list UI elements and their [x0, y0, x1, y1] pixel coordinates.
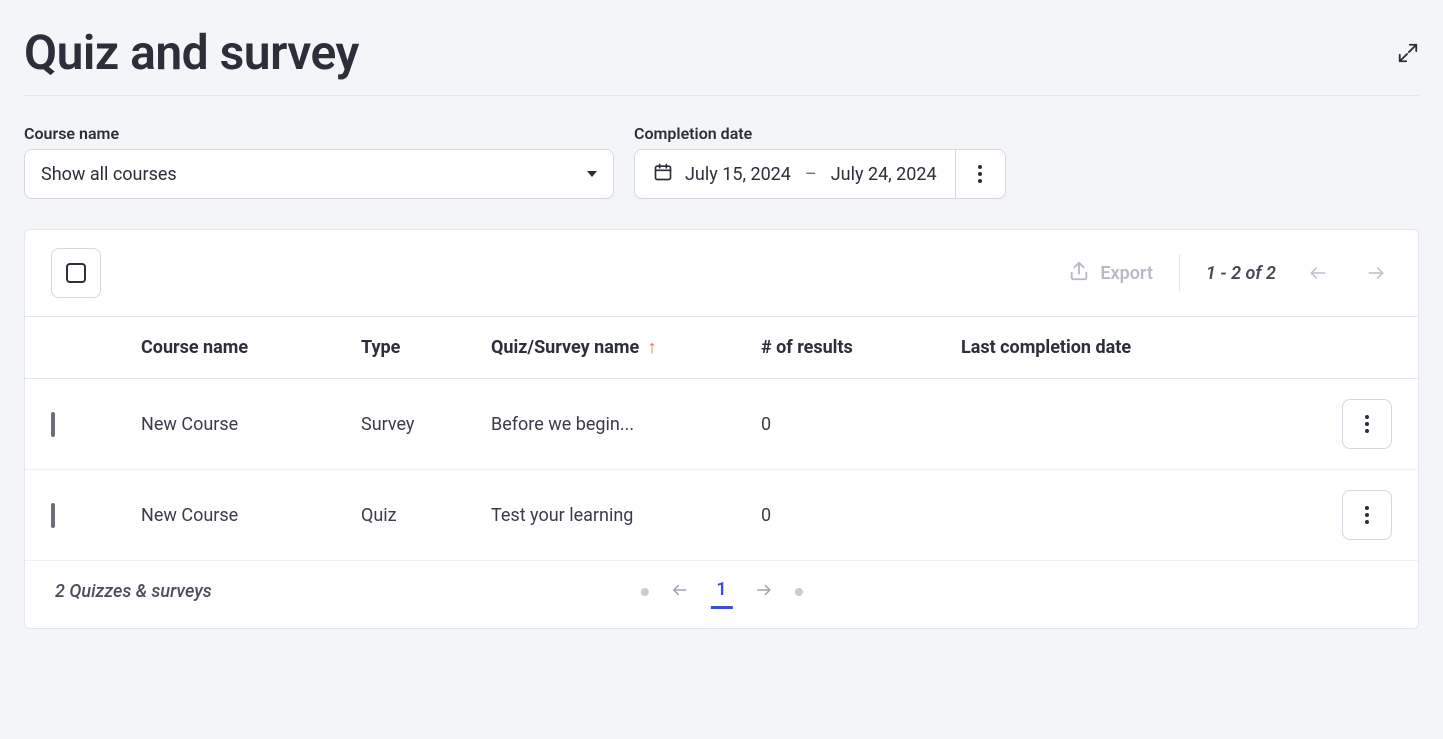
pager-prev[interactable] [668, 581, 690, 603]
page-title: Quiz and survey [24, 24, 359, 81]
calendar-icon [653, 162, 673, 187]
select-all-checkbox[interactable] [66, 263, 86, 283]
more-vertical-icon [1365, 506, 1369, 524]
completion-date-label: Completion date [634, 124, 1006, 143]
more-vertical-icon [978, 165, 982, 183]
prev-page-button[interactable] [1302, 259, 1334, 287]
row-actions-button[interactable] [1342, 399, 1392, 449]
cell-type: Quiz [361, 505, 491, 526]
cell-name: Before we begin... [491, 414, 761, 435]
table-header: Course name Type Quiz/Survey name ↑ # of… [25, 317, 1418, 379]
col-quiz-name-label: Quiz/Survey name [491, 337, 639, 358]
export-button[interactable]: Export [1068, 260, 1153, 287]
cell-course: New Course [141, 505, 361, 526]
pagination-range: 1 - 2 of 2 [1206, 263, 1276, 284]
date-separator: – [803, 164, 819, 185]
date-end: July 24, 2024 [831, 164, 937, 185]
date-start: July 15, 2024 [685, 164, 791, 185]
course-select[interactable]: Show all courses [24, 149, 614, 199]
chevron-down-icon [587, 171, 597, 177]
select-all-wrapper [51, 248, 101, 298]
col-quiz-name[interactable]: Quiz/Survey name ↑ [491, 337, 761, 358]
expand-icon[interactable] [1397, 42, 1419, 64]
sort-asc-icon: ↑ [648, 337, 657, 358]
cell-course: New Course [141, 414, 361, 435]
pager: 1 [640, 575, 802, 609]
export-label: Export [1100, 263, 1153, 284]
pager-next[interactable] [753, 581, 775, 603]
table-row: New Course Quiz Test your learning 0 [25, 470, 1418, 561]
pager-dot-last[interactable] [795, 588, 803, 596]
more-vertical-icon [1365, 415, 1369, 433]
col-last-completion[interactable]: Last completion date [961, 337, 1312, 358]
course-select-value: Show all courses [41, 164, 177, 185]
cell-results: 0 [761, 505, 961, 526]
col-type[interactable]: Type [361, 337, 491, 358]
col-course-name[interactable]: Course name [141, 337, 361, 358]
cell-name: Test your learning [491, 505, 761, 526]
cell-type: Survey [361, 414, 491, 435]
next-page-button[interactable] [1360, 259, 1392, 287]
row-checkbox[interactable] [51, 503, 55, 528]
row-actions-button[interactable] [1342, 490, 1392, 540]
export-icon [1068, 260, 1090, 287]
date-range-picker[interactable]: July 15, 2024 – July 24, 2024 [634, 149, 956, 199]
pager-current[interactable]: 1 [710, 575, 732, 609]
col-results[interactable]: # of results [761, 337, 961, 358]
divider [1179, 254, 1180, 292]
course-filter-label: Course name [24, 124, 614, 143]
pager-dot-first[interactable] [640, 588, 648, 596]
date-more-button[interactable] [956, 149, 1006, 199]
cell-results: 0 [761, 414, 961, 435]
row-checkbox[interactable] [51, 412, 55, 437]
table-row: New Course Survey Before we begin... 0 [25, 379, 1418, 470]
total-count: 2 Quizzes & surveys [55, 581, 212, 602]
